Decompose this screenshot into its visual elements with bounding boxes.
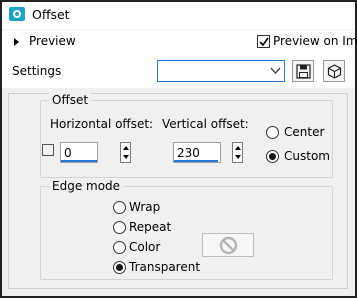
spin-up-icon[interactable] [123,146,129,150]
no-symbol-icon [219,236,238,255]
vertical-offset-spinner[interactable] [232,142,243,163]
edge-color-radio[interactable] [113,241,126,254]
link-offsets-checkbox[interactable] [42,144,54,156]
offset-group: Offset Horizontal offset: Vertical offse… [40,93,333,178]
dialog-content: Offset Horizontal offset: Vertical offse… [2,88,355,296]
save-preset-button[interactable] [292,60,314,82]
offset-center-radio[interactable] [266,126,279,139]
preview-on-image-checkbox[interactable] [257,35,270,48]
vertical-offset-label: Vertical offset: [162,117,249,131]
horizontal-offset-label: Horizontal offset: [50,117,154,131]
edge-transparent-radio[interactable] [113,261,126,274]
offset-dialog: Offset Preview Preview on Imag Settings [0,0,357,298]
settings-row: Settings [2,54,355,88]
horizontal-offset-spinner[interactable] [120,142,131,163]
offset-custom-label[interactable]: Custom [284,149,330,163]
floppy-disk-icon [296,64,311,79]
horizontal-offset-value: 0 [64,146,72,160]
cube-icon [327,64,342,79]
title-bar: Offset [2,2,355,29]
edge-wrap-radio[interactable] [113,201,126,214]
settings-dropdown[interactable] [157,60,285,82]
edge-transparent-label[interactable]: Transparent [129,260,200,274]
chevron-down-icon [270,67,281,74]
vertical-offset-value: 230 [177,146,200,160]
spin-down-icon[interactable] [235,155,241,159]
offset-center-label[interactable]: Center [284,125,324,139]
edge-wrap-label[interactable]: Wrap [129,200,160,214]
edge-color-swatch[interactable] [202,233,254,257]
offset-app-icon [9,7,25,21]
edge-repeat-label[interactable]: Repeat [129,220,171,234]
horizontal-offset-focus-line [61,160,97,162]
offset-custom-radio[interactable] [266,150,279,163]
edge-mode-group-title: Edge mode [49,179,124,193]
checkmark-icon [259,37,269,47]
spin-down-icon[interactable] [123,155,129,159]
preview-toggle[interactable]: Preview [29,34,76,48]
expand-caret-icon[interactable] [14,38,19,46]
window-title: Offset [32,7,70,22]
preview-on-image-label[interactable]: Preview on Imag [273,34,357,48]
spin-up-icon[interactable] [235,146,241,150]
offset-group-title: Offset [49,93,92,107]
vertical-offset-focus-line [174,160,218,162]
presets-button[interactable] [323,60,345,82]
preview-row: Preview Preview on Imag [2,30,357,54]
edge-repeat-radio[interactable] [113,221,126,234]
edge-color-label[interactable]: Color [129,240,160,254]
settings-label: Settings [12,64,62,78]
